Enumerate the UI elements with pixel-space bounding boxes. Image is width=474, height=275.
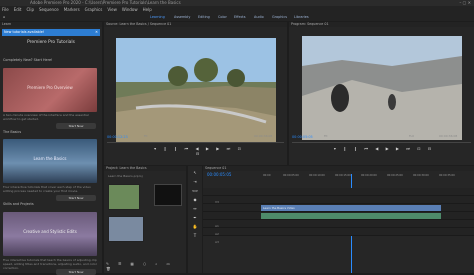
workspace-bar: ⌂ Learning Assembly Editing Color Effect… xyxy=(0,13,474,21)
ripple-edit-icon[interactable]: ⟺ xyxy=(190,188,200,193)
menu-sequence[interactable]: Sequence xyxy=(39,7,59,12)
section-new: Completely New? Start Here! xyxy=(3,58,53,62)
program-resolution[interactable]: Full xyxy=(409,134,414,138)
learn-panel: Learn New tutorials available! ✕ Premiere… xyxy=(0,22,102,275)
home-icon[interactable]: ⌂ xyxy=(3,13,5,21)
source-fit[interactable]: Fit xyxy=(144,134,148,138)
tutorial-thumb-creative[interactable]: Creative and Stylistic Edits xyxy=(3,212,97,256)
selection-tool-icon[interactable]: ↖ xyxy=(190,170,200,175)
menu-bar: File Edit Clip Sequence Markers Graphics View W… xyxy=(0,6,474,13)
source-video-frame xyxy=(116,38,276,142)
track-a1: A1 xyxy=(203,212,474,228)
tutorial-desc: A two-minute overview of the interface a… xyxy=(3,113,89,121)
menu-window[interactable]: Window xyxy=(122,7,138,12)
project-clip-thumb[interactable] xyxy=(108,216,144,242)
timeline-timecode[interactable]: 00:00:05:05 xyxy=(207,172,231,177)
ruler-tick: 00:00:05:00 xyxy=(283,174,299,177)
track-select-icon[interactable]: ⇥ xyxy=(190,179,200,184)
project-header[interactable]: Project: Learn the Basics xyxy=(104,166,186,171)
tab-audio[interactable]: Audio xyxy=(254,13,264,21)
program-scrubber[interactable] xyxy=(292,142,471,143)
ruler-tick: 00:00:20:00 xyxy=(361,174,377,177)
learn-header: Learn xyxy=(0,22,102,27)
track-a3: A3 xyxy=(203,228,474,244)
track-area: V3 V2 V1 Learn the Basics Video A1 A2 A3 xyxy=(203,188,474,244)
program-video-frame xyxy=(302,36,462,140)
section-skills: Skills and Projects xyxy=(3,202,34,206)
menu-help[interactable]: Help xyxy=(143,7,152,12)
razor-tool-icon[interactable]: ◆ xyxy=(190,197,200,202)
ruler-tick: 00:00:25:00 xyxy=(387,174,403,177)
start-now-button[interactable]: Start Now xyxy=(56,269,96,275)
project-toolbar[interactable]: ✎ ☰ ▦ ○ ⌕ ▭ 🗑 xyxy=(106,262,184,272)
timeline-panel: Sequence 01 00:00:05:05 00:00 00:00:05:0… xyxy=(203,166,474,273)
ruler-tick: 00:00:10:00 xyxy=(309,174,325,177)
source-monitor: Source: Learn the Basics / Sequence 01 0… xyxy=(104,22,287,165)
tab-color[interactable]: Color xyxy=(218,13,227,21)
close-icon[interactable]: ✕ xyxy=(95,29,98,36)
tab-editing[interactable]: Editing xyxy=(198,13,210,21)
track-v2: V2 xyxy=(203,196,474,212)
source-timecode[interactable]: 00:00:12:23 xyxy=(107,135,128,139)
program-landscape xyxy=(302,36,462,140)
source-scrubber[interactable] xyxy=(107,142,284,143)
video-clip[interactable]: Learn the Basics Video xyxy=(261,205,441,211)
slip-tool-icon[interactable]: ↔ xyxy=(190,206,200,211)
thumb-label: Creative and Stylistic Edits xyxy=(23,229,77,234)
ruler-tick: 00:00 xyxy=(263,174,271,177)
new-tutorials-banner[interactable]: New tutorials available! ✕ xyxy=(2,29,100,36)
program-fit[interactable]: Fit xyxy=(324,134,328,138)
tutorial-thumb-overview[interactable]: Premiere Pro Overview xyxy=(3,68,97,112)
learn-title: Premiere Pro Tutorials xyxy=(27,40,75,45)
type-tool-icon[interactable]: T xyxy=(190,233,200,238)
thumb-label: Premiere Pro Overview xyxy=(27,85,73,90)
source-duration: 00:00:36:08 xyxy=(254,134,273,138)
menu-edit[interactable]: Edit xyxy=(14,7,22,12)
hand-tool-icon[interactable]: ✋ xyxy=(190,224,200,229)
ruler-tick: 00:00:35:00 xyxy=(439,174,455,177)
ruler-tick: 00:00:15:00 xyxy=(335,174,351,177)
timeline-header[interactable]: Sequence 01 xyxy=(203,166,474,171)
start-now-button[interactable]: Start Now xyxy=(56,195,96,201)
track-a2: A2 xyxy=(203,220,474,236)
source-header[interactable]: Source: Learn the Basics / Sequence 01 xyxy=(104,22,287,27)
menu-clip[interactable]: Clip xyxy=(26,7,34,12)
menu-view[interactable]: View xyxy=(107,7,117,12)
audio-clip[interactable] xyxy=(261,213,441,219)
menu-markers[interactable]: Markers xyxy=(64,7,80,12)
tab-libraries[interactable]: Libraries xyxy=(294,13,309,21)
program-duration: 00:00:36:08 xyxy=(439,134,458,138)
thumb-label: Learn the Basics xyxy=(33,156,67,161)
program-transport-controls[interactable]: ▾ ❙ ❙ ⏮ ◀ ▶ ▶ ⏭ ⊡ ⊟ xyxy=(329,146,439,151)
tab-assembly[interactable]: Assembly xyxy=(174,13,190,21)
track-label: A1 xyxy=(215,224,219,228)
source-landscape xyxy=(116,38,276,142)
track-v3: V3 xyxy=(203,188,474,204)
banner-text: New tutorials available! xyxy=(4,30,45,34)
program-timecode[interactable]: 00:00:05:05 xyxy=(292,135,313,139)
menu-file[interactable]: File xyxy=(2,7,9,12)
project-clip-thumb[interactable] xyxy=(108,184,140,210)
tab-effects[interactable]: Effects xyxy=(234,13,246,21)
project-file: Learn the Basics.prproj xyxy=(108,174,143,178)
start-now-button[interactable]: Start Now xyxy=(56,123,96,129)
source-transport-controls[interactable]: ▾ ❙ ❙ ⏮ ◀ ▶ ▶ ⏭ ⊡ ⊟ xyxy=(149,146,249,156)
project-panel: Project: Learn the Basics Learn the Basi… xyxy=(104,166,186,273)
program-header[interactable]: Program: Sequence 01 xyxy=(289,22,474,27)
time-ruler[interactable]: 00:00 00:00:05:00 00:00:10:00 00:00:15:0… xyxy=(261,174,473,181)
ruler-tick: 00:00:30:00 xyxy=(413,174,429,177)
pen-tool-icon[interactable]: ✒ xyxy=(190,215,200,220)
track-v1: V1 Learn the Basics Video xyxy=(203,204,474,220)
menu-graphics[interactable]: Graphics xyxy=(85,7,103,12)
window-title: Adobe Premiere Pro 2020 - C:\Users\Premi… xyxy=(30,0,181,5)
section-basics: The Basics xyxy=(3,130,22,134)
tools-panel: ↖ ⇥ ⟺ ◆ ↔ ✒ ✋ T xyxy=(188,166,202,273)
tutorial-thumb-basics[interactable]: Learn the Basics xyxy=(3,139,97,183)
tab-learning[interactable]: Learning xyxy=(150,13,165,21)
track-label: A3 xyxy=(215,240,219,244)
project-sequence-thumb[interactable] xyxy=(154,184,182,206)
program-monitor: Program: Sequence 01 00:00:05:05 Fit Ful… xyxy=(289,22,474,165)
tab-graphics[interactable]: Graphics xyxy=(272,13,287,21)
